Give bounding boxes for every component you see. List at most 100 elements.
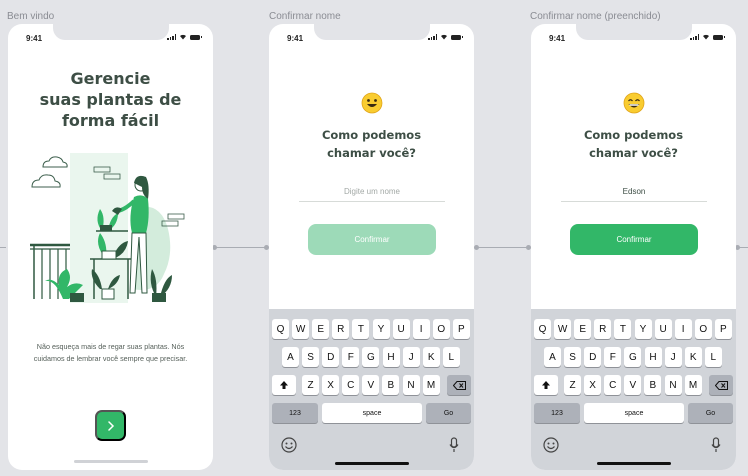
- phone-confirm-name-filled: 9:41 Como podemos chamar você? Confirmar…: [531, 24, 736, 470]
- key-g[interactable]: G: [624, 347, 642, 367]
- key-i[interactable]: I: [674, 319, 692, 339]
- key-e[interactable]: E: [574, 319, 592, 339]
- key-h[interactable]: H: [382, 347, 400, 367]
- battery-icon: [451, 34, 463, 40]
- frame-label-welcome: Bem vindo: [7, 11, 55, 22]
- key-f[interactable]: F: [604, 347, 622, 367]
- key-d[interactable]: D: [584, 347, 602, 367]
- key-z[interactable]: Z: [302, 375, 319, 395]
- key-u[interactable]: U: [392, 319, 410, 339]
- flow-connector: [0, 247, 6, 248]
- key-t[interactable]: T: [352, 319, 370, 339]
- key-j[interactable]: J: [402, 347, 420, 367]
- key-n[interactable]: N: [664, 375, 682, 395]
- key-d[interactable]: D: [322, 347, 340, 367]
- key-q[interactable]: Q: [534, 319, 551, 339]
- microphone-icon[interactable]: [449, 437, 459, 457]
- on-screen-keyboard: Q W E R T Y U I O P A S D F G H J K L Z X C V B N M 123 space Go: [531, 309, 736, 470]
- key-w[interactable]: W: [292, 319, 310, 339]
- shift-icon: [280, 381, 288, 389]
- key-b[interactable]: B: [382, 375, 400, 395]
- key-v[interactable]: V: [624, 375, 642, 395]
- name-input[interactable]: [561, 182, 707, 202]
- space-key[interactable]: space: [584, 403, 684, 423]
- key-u[interactable]: U: [654, 319, 672, 339]
- key-j[interactable]: J: [664, 347, 682, 367]
- key-a[interactable]: A: [282, 347, 299, 367]
- confirm-button[interactable]: Confirmar: [570, 224, 698, 255]
- shift-icon: [542, 381, 550, 389]
- key-a[interactable]: A: [544, 347, 561, 367]
- key-k[interactable]: K: [684, 347, 702, 367]
- key-e[interactable]: E: [312, 319, 330, 339]
- key-s[interactable]: S: [302, 347, 320, 367]
- on-screen-keyboard: Q W E R T Y U I O P A S D F G H J K L Z X C V B N M 123 space Go: [269, 309, 474, 470]
- key-o[interactable]: O: [694, 319, 712, 339]
- shift-key[interactable]: [272, 375, 296, 395]
- key-f[interactable]: F: [342, 347, 360, 367]
- flow-connector-dot: [474, 245, 479, 250]
- key-o[interactable]: O: [432, 319, 450, 339]
- plant-woman-illustration: [30, 153, 185, 303]
- delete-key[interactable]: [447, 375, 471, 395]
- key-y[interactable]: Y: [372, 319, 390, 339]
- home-indicator: [596, 462, 671, 465]
- key-l[interactable]: L: [704, 347, 722, 367]
- numbers-key[interactable]: 123: [534, 403, 580, 423]
- signal-icon: [428, 34, 437, 40]
- phone-confirm-name: 9:41 Como podemos chamar você? Confirmar…: [269, 24, 474, 470]
- phone-notch: [313, 24, 430, 40]
- frame-label-confirm-name: Confirmar nome: [269, 11, 341, 22]
- home-indicator: [334, 462, 409, 465]
- welcome-description: Não esqueça mais de regar suas plantas. …: [33, 342, 188, 363]
- key-q[interactable]: Q: [272, 319, 289, 339]
- wifi-icon: [180, 34, 186, 40]
- key-r[interactable]: R: [332, 319, 350, 339]
- key-g[interactable]: G: [362, 347, 380, 367]
- next-button[interactable]: [95, 410, 126, 441]
- key-l[interactable]: L: [442, 347, 460, 367]
- smiling-face-icon: [361, 92, 382, 114]
- phone-notch: [575, 24, 692, 40]
- microphone-icon[interactable]: [711, 437, 721, 457]
- name-input[interactable]: [299, 182, 445, 202]
- key-b[interactable]: B: [644, 375, 662, 395]
- phone-notch: [52, 24, 169, 40]
- key-m[interactable]: M: [422, 375, 440, 395]
- go-key[interactable]: Go: [688, 403, 733, 423]
- key-y[interactable]: Y: [634, 319, 652, 339]
- battery-icon: [713, 34, 725, 40]
- key-x[interactable]: X: [322, 375, 340, 395]
- key-z[interactable]: Z: [564, 375, 581, 395]
- emoji-keyboard-icon[interactable]: [281, 437, 297, 457]
- confirm-button[interactable]: Confirmar: [308, 224, 436, 255]
- key-p[interactable]: P: [452, 319, 470, 339]
- backspace-icon: [452, 380, 466, 390]
- key-w[interactable]: W: [554, 319, 572, 339]
- key-i[interactable]: I: [412, 319, 430, 339]
- delete-key[interactable]: [709, 375, 733, 395]
- key-c[interactable]: C: [604, 375, 622, 395]
- welcome-title: Gerencie suas plantas de forma fácil: [39, 69, 182, 130]
- key-s[interactable]: S: [564, 347, 582, 367]
- flow-connector: [214, 247, 266, 248]
- key-c[interactable]: C: [342, 375, 360, 395]
- go-key[interactable]: Go: [426, 403, 471, 423]
- key-k[interactable]: K: [422, 347, 440, 367]
- battery-icon: [190, 34, 202, 40]
- key-v[interactable]: V: [362, 375, 380, 395]
- emoji-keyboard-icon[interactable]: [543, 437, 559, 457]
- wifi-icon: [441, 34, 447, 40]
- chevron-right-icon: [107, 420, 114, 431]
- key-h[interactable]: H: [644, 347, 662, 367]
- key-m[interactable]: M: [684, 375, 702, 395]
- shift-key[interactable]: [534, 375, 558, 395]
- key-n[interactable]: N: [402, 375, 420, 395]
- key-p[interactable]: P: [714, 319, 732, 339]
- flow-connector: [476, 247, 528, 248]
- key-x[interactable]: X: [584, 375, 602, 395]
- key-r[interactable]: R: [594, 319, 612, 339]
- numbers-key[interactable]: 123: [272, 403, 318, 423]
- key-t[interactable]: T: [614, 319, 632, 339]
- space-key[interactable]: space: [322, 403, 422, 423]
